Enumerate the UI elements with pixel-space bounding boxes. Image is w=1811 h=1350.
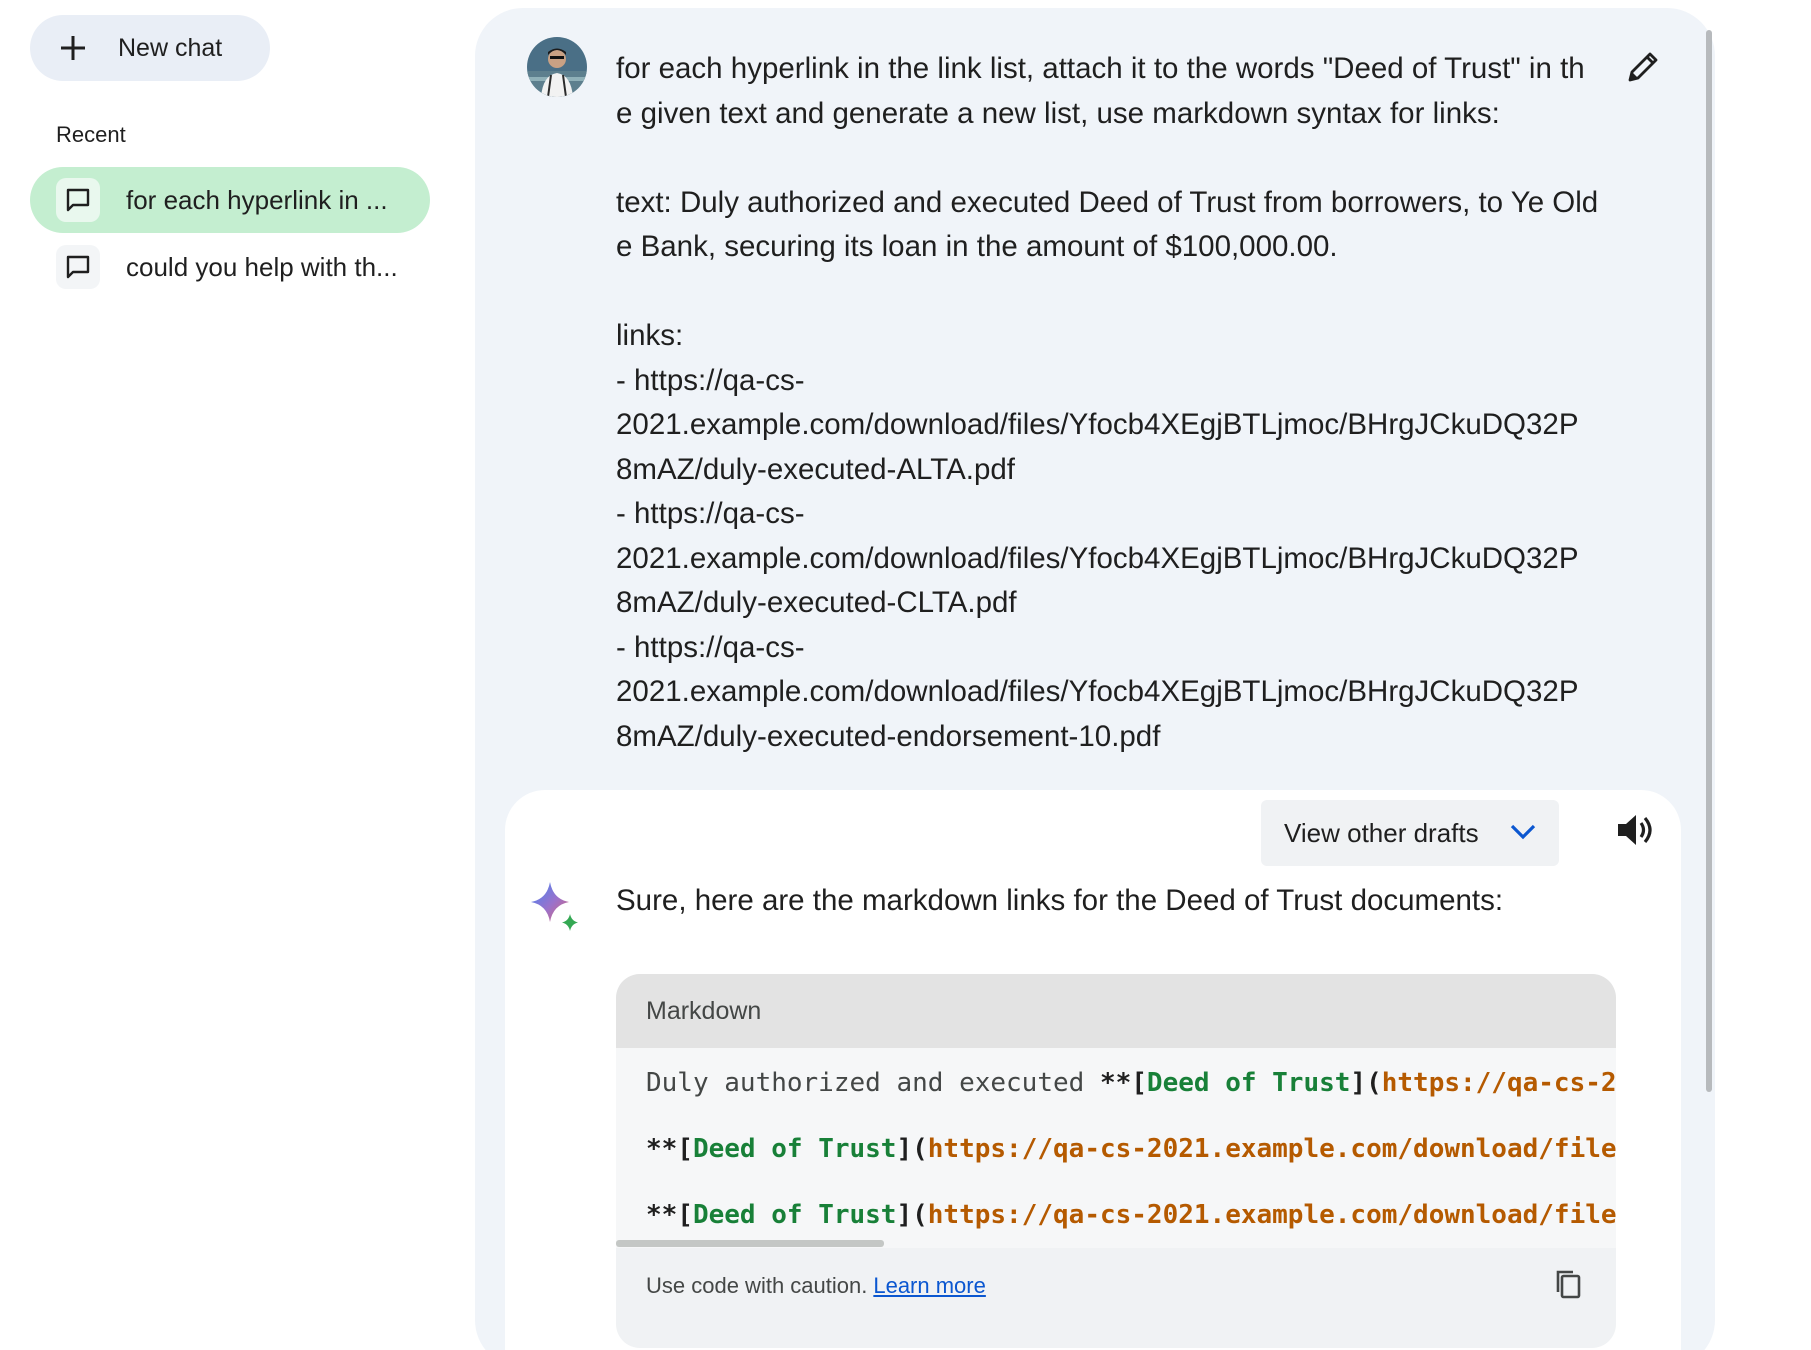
- pencil-icon: [1624, 48, 1662, 91]
- edit-prompt-button[interactable]: [1620, 46, 1666, 92]
- code-line: Duly authorized and executed **[Deed of …: [646, 1068, 1616, 1098]
- chat-bubble-icon: [56, 178, 100, 222]
- speaker-icon: [1614, 810, 1654, 855]
- code-line: **[Deed of Trust](https://qa-cs-2021.exa…: [646, 1200, 1616, 1230]
- vertical-scrollbar[interactable]: [1706, 30, 1712, 1092]
- chevron-down-icon: [1509, 822, 1537, 845]
- code-line: **[Deed of Trust](https://qa-cs-2021.exa…: [646, 1134, 1616, 1164]
- prompt-link-line: 8mAZ/duly-executed-CLTA.pdf: [616, 586, 1017, 619]
- drafts-label: View other drafts: [1284, 817, 1479, 848]
- code-content[interactable]: Duly authorized and executed **[Deed of …: [616, 1048, 1616, 1248]
- sidebar-item-chat-1[interactable]: for each hyperlink in ...: [30, 167, 430, 233]
- prompt-link-line: - https://qa-cs-: [616, 497, 805, 530]
- sidebar-item-chat-2[interactable]: could you help with th...: [30, 234, 430, 300]
- prompt-link-line: 8mAZ/duly-executed-ALTA.pdf: [616, 452, 1015, 486]
- new-chat-label: New chat: [118, 33, 223, 62]
- prompt-text: text: Duly authorized and executed Deed …: [616, 185, 1599, 264]
- learn-more-link[interactable]: Learn more: [873, 1273, 986, 1299]
- prompt-link-line: 2021.example.com/download/files/Yfocb4XE…: [616, 675, 1579, 708]
- view-other-drafts-button[interactable]: View other drafts: [1261, 800, 1559, 866]
- gemini-sparkle-icon: [528, 880, 584, 936]
- copy-code-button[interactable]: [1550, 1266, 1586, 1306]
- chat-bubble-icon: [56, 245, 100, 289]
- response-intro: Sure, here are the markdown links for th…: [616, 884, 1504, 917]
- code-footer: Use code with caution. Learn more: [646, 1264, 1586, 1308]
- user-avatar: [527, 37, 587, 97]
- listen-button[interactable]: [1610, 808, 1658, 856]
- user-prompt: for each hyperlink in the link list, att…: [616, 47, 1601, 759]
- sidebar-item-label: for each hyperlink in ...: [126, 184, 388, 215]
- caution-text: Use code with caution.: [646, 1273, 868, 1298]
- prompt-links-label: links:: [616, 319, 684, 352]
- code-block: Markdown Duly authorized and executed **…: [616, 974, 1616, 1348]
- prompt-link-line: 8mAZ/duly-executed-endorsement-10.pdf: [616, 719, 1161, 753]
- code-language-label: Markdown: [616, 974, 1616, 1048]
- sidebar-item-label: could you help with th...: [126, 251, 398, 282]
- prompt-intro: for each hyperlink in the link list, att…: [616, 52, 1585, 130]
- prompt-link-line: 2021.example.com/download/files/Yfocb4XE…: [616, 541, 1579, 575]
- new-chat-button[interactable]: New chat: [30, 15, 270, 81]
- plus-icon: [58, 33, 88, 63]
- prompt-link-line: - https://qa-cs-: [616, 363, 805, 397]
- prompt-link-line: - https://qa-cs-: [616, 630, 805, 664]
- recent-heading: Recent: [56, 122, 126, 147]
- horizontal-scrollbar-thumb[interactable]: [616, 1240, 884, 1247]
- prompt-link-line: 2021.example.com/download/files/Yfocb4XE…: [616, 408, 1579, 441]
- copy-icon: [1554, 1268, 1582, 1305]
